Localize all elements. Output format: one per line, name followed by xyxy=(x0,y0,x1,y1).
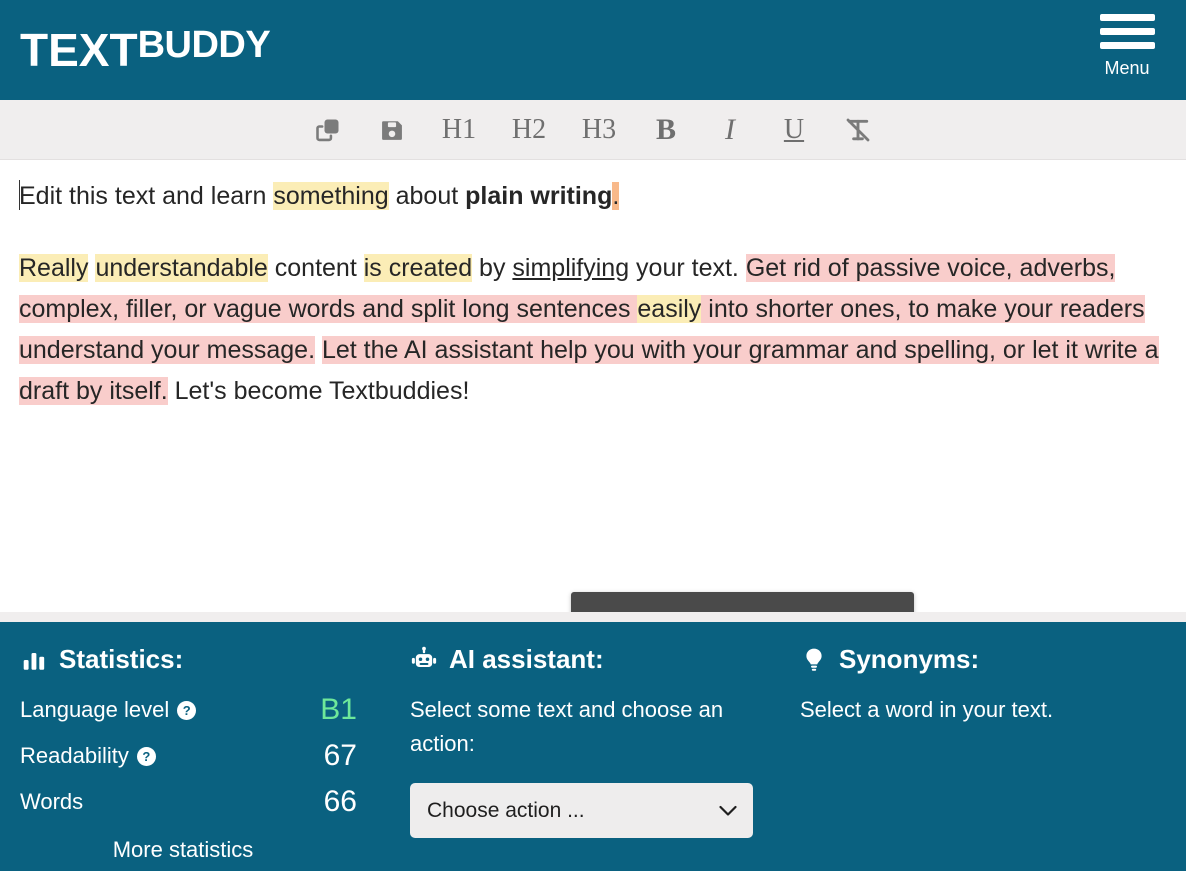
ai-action-select-wrapper: Choose action ... xyxy=(410,783,753,838)
stat-label-language-level: Language level ? xyxy=(20,697,197,723)
stat-row-words: Words 66 xyxy=(20,785,381,819)
heading-3-button[interactable]: H3 xyxy=(578,112,620,148)
ai-assistant-description: Select some text and choose an action: xyxy=(410,697,724,756)
statistics-panel: Statistics: Language level ? B1 Readabil… xyxy=(0,644,395,871)
tooltip-title: Complex Sentence xyxy=(593,610,892,612)
stat-row-readability: Readability ? 67 xyxy=(20,739,381,773)
ai-assistant-panel: AI assistant: Select some text and choos… xyxy=(395,644,790,871)
stat-label-text: Readability xyxy=(20,743,129,768)
help-icon-readability[interactable]: ? xyxy=(136,746,156,766)
p1-seg-3: about xyxy=(388,182,466,210)
p2-highlight-really[interactable]: Really xyxy=(19,254,89,282)
stat-label-text: Words xyxy=(20,789,84,814)
editor-paragraph-1[interactable]: Edit this text and learn something about… xyxy=(19,176,1166,217)
synonyms-title: Synonyms: xyxy=(839,644,980,674)
menu-button[interactable]: Menu xyxy=(1090,14,1164,79)
p2-highlight-easily[interactable]: easily xyxy=(637,295,702,323)
synonyms-description: Select a word in your text. xyxy=(800,697,1054,722)
p2-seg-14: Let's become Textbuddies! xyxy=(167,377,470,405)
ai-assistant-title: AI assistant: xyxy=(449,644,604,674)
p2-seg-6: by xyxy=(472,254,513,282)
menu-button-label: Menu xyxy=(1104,58,1150,78)
bold-button[interactable]: B xyxy=(648,112,684,148)
stat-row-language-level: Language level ? B1 xyxy=(20,693,381,727)
clear-formatting-icon[interactable] xyxy=(840,112,876,148)
italic-button[interactable]: I xyxy=(712,112,748,148)
complex-sentence-tooltip: Complex Sentence Can you split this sent… xyxy=(571,592,914,612)
p2-seg-12 xyxy=(315,336,322,364)
app-logo[interactable]: TEXT BUDDY xyxy=(20,24,271,76)
robot-icon xyxy=(410,646,438,674)
p1-bold-plain-writing: plain writing xyxy=(465,182,613,210)
bar-chart-icon xyxy=(20,646,48,674)
p1-highlight-something[interactable]: something xyxy=(273,182,389,210)
p1-seg-1: Edit this text and learn xyxy=(19,182,274,210)
editor-paragraph-2[interactable]: Really understandable content is created… xyxy=(19,248,1166,412)
p1-highlight-period[interactable]: . xyxy=(612,182,620,210)
editor-area: Edit this text and learn something about… xyxy=(0,160,1186,612)
app-header: TEXT BUDDY Menu xyxy=(0,0,1186,100)
footer-divider xyxy=(0,612,1186,622)
underline-button[interactable]: U xyxy=(776,112,812,148)
ai-action-select[interactable]: Choose action ... xyxy=(410,783,753,838)
editor-content[interactable]: Edit this text and learn something about… xyxy=(0,160,1186,412)
ai-assistant-heading: AI assistant: xyxy=(410,644,776,675)
stat-value-language-level: B1 xyxy=(320,693,357,726)
copy-icon[interactable] xyxy=(310,112,346,148)
stat-value-words: 66 xyxy=(323,785,357,818)
more-statistics-link[interactable]: More statistics xyxy=(20,837,381,863)
help-icon-language-level[interactable]: ? xyxy=(177,700,197,720)
p2-underline-simplifying[interactable]: simplifying xyxy=(512,254,629,282)
p2-highlight-is-created[interactable]: is created xyxy=(363,254,473,282)
stat-label-text: Language level xyxy=(20,697,170,722)
stat-label-readability: Readability ? xyxy=(20,743,156,769)
statistics-title: Statistics: xyxy=(59,644,184,674)
synonyms-heading: Synonyms: xyxy=(800,644,1172,675)
stat-label-words: Words xyxy=(20,789,83,815)
p2-seg-8: your text. xyxy=(629,254,746,282)
logo-buddy-part: BUDDY xyxy=(137,24,271,66)
save-icon[interactable] xyxy=(374,112,410,148)
footer-panels: Statistics: Language level ? B1 Readabil… xyxy=(0,622,1186,871)
hamburger-icon xyxy=(1099,14,1155,56)
synonyms-panel: Synonyms: Select a word in your text. xyxy=(790,644,1186,871)
stat-value-readability: 67 xyxy=(323,739,357,772)
p2-highlight-understandable[interactable]: understandable xyxy=(95,254,268,282)
lightbulb-icon xyxy=(800,646,828,674)
heading-1-button[interactable]: H1 xyxy=(438,112,480,148)
statistics-heading: Statistics: xyxy=(20,644,381,675)
heading-2-button[interactable]: H2 xyxy=(508,112,550,148)
editor-toolbar: H1 H2 H3 B I U xyxy=(0,100,1186,160)
p2-seg-4: content xyxy=(267,254,364,282)
logo-text-part: TEXT xyxy=(20,24,138,76)
